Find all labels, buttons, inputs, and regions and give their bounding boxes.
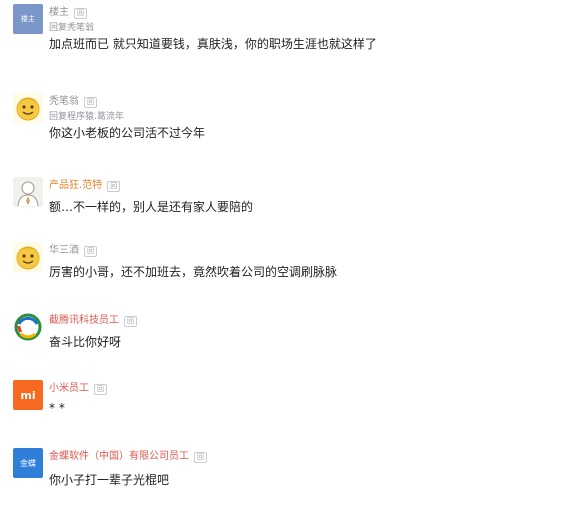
avatar[interactable]: 金蝶 — [13, 448, 43, 478]
comment-text: 你这小老板的公司活不过今年 — [49, 126, 206, 140]
comment-item: 华三酒 回 厉害的小哥，还不加班去，竟然吹着公司的空调刷脉脉 — [0, 242, 581, 304]
username-row: 秃笔翁 回 — [49, 95, 97, 109]
username[interactable]: 秃笔翁 — [49, 95, 79, 109]
avatar[interactable] — [13, 93, 43, 123]
username-row: 小米员工 回 — [49, 382, 107, 396]
xiaomi-logo-icon: mi — [20, 388, 36, 402]
avatar[interactable] — [13, 177, 43, 207]
reply-badge: 回 — [107, 180, 121, 192]
reply-badge: 回 — [84, 245, 97, 257]
avatar[interactable] — [13, 312, 43, 342]
reply-badge: 回 — [74, 7, 87, 19]
username-row: 华三酒 回 — [49, 244, 97, 258]
reply-prefix: 回复 — [49, 112, 68, 122]
username-row: 金蝶软件（中国）有限公司员工 回 — [49, 450, 207, 464]
username[interactable]: 楼主 — [49, 6, 69, 20]
yellow-face-avatar-icon — [13, 93, 43, 123]
comment-item: 产品狂.范特 回 额…不一样的，别人是还有家人要陪的 — [0, 177, 581, 239]
reply-target[interactable]: 程序猿.葛流年 — [67, 112, 124, 122]
avatar[interactable]: 楼主 — [13, 4, 43, 34]
username-row: 截腾讯科技员工 回 — [49, 314, 137, 328]
reply-target[interactable]: 秃笔翁 — [67, 23, 94, 33]
username-row: 产品狂.范特 回 — [49, 179, 121, 193]
username[interactable]: 截腾讯科技员工 — [49, 314, 119, 328]
kingdee-logo-icon: 金蝶 — [20, 458, 36, 468]
avatar[interactable] — [13, 242, 43, 272]
reply-badge: 回 — [94, 383, 107, 395]
comment-text: 额…不一样的，别人是还有家人要陪的 — [49, 200, 254, 214]
username[interactable]: 华三酒 — [49, 244, 79, 258]
tencent-logo-avatar-icon — [13, 312, 43, 342]
comment-item: mi 小米员工 回 * * — [0, 380, 581, 442]
comment-item: 秃笔翁 回 回复程序猿.葛流年 你这小老板的公司活不过今年 — [0, 93, 581, 155]
username-row: 楼主 回 — [49, 6, 87, 20]
comment-item: 截腾讯科技员工 回 奋斗比你好呀 — [0, 312, 581, 374]
comment-text: 你小子打一辈子光棍吧 — [49, 473, 170, 487]
reply-prefix: 回复 — [49, 23, 68, 33]
comment-text: * * — [49, 401, 65, 415]
username[interactable]: 产品狂.范特 — [49, 179, 102, 193]
comment-text: 厉害的小哥，还不加班去，竟然吹着公司的空调刷脉脉 — [49, 265, 338, 279]
comment-item: 金蝶 金蝶软件（中国）有限公司员工 回 你小子打一辈子光棍吧 — [0, 448, 581, 510]
reply-badge: 回 — [84, 96, 97, 108]
username[interactable]: 金蝶软件（中国）有限公司员工 — [49, 450, 189, 464]
person-avatar-icon — [13, 177, 43, 207]
reply-to-line: 回复程序猿.葛流年 — [49, 111, 124, 123]
avatar[interactable]: mi — [13, 380, 43, 410]
reply-to-line: 回复秃笔翁 — [49, 22, 94, 34]
yellow-face-avatar-icon — [13, 242, 43, 272]
comment-text: 奋斗比你好呀 — [49, 335, 122, 349]
comment-item: 楼主 楼主 回 回复秃笔翁 加点班而已 就只知道要钱，真肤浅，你的职场生涯也就这… — [0, 4, 581, 66]
username[interactable]: 小米员工 — [49, 382, 89, 396]
blue-square-avatar-icon: 楼主 — [21, 15, 35, 23]
comment-text: 加点班而已 就只知道要钱，真肤浅，你的职场生涯也就这样了 — [49, 37, 377, 51]
reply-badge: 回 — [194, 451, 207, 463]
reply-badge: 回 — [124, 315, 137, 327]
